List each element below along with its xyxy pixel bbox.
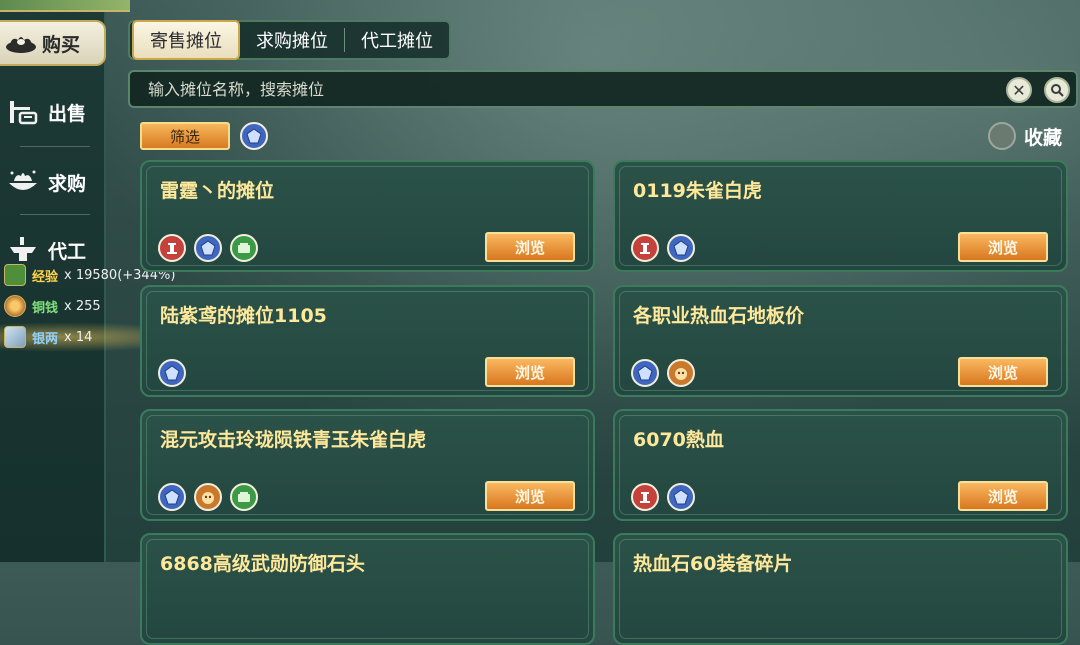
sidebar-item-sell[interactable]: 出售 [0,84,104,140]
gem-icon [667,483,695,511]
browse-button[interactable]: 浏览 [485,357,575,387]
chest-icon [230,234,258,262]
stall-category-icons [158,234,258,262]
gem-icon [194,234,222,262]
stall-category-icons [631,359,695,387]
seal-icon [631,234,659,262]
stall-tabs: 寄售摊位 求购摊位 代工摊位 [128,20,451,60]
tab-consignment[interactable]: 寄售摊位 [132,20,240,60]
tab-request[interactable]: 求购摊位 [240,22,344,58]
stall-title: 0119朱雀白虎 [633,180,762,202]
stall-title: 混元攻击玲珑陨铁青玉朱雀白虎 [160,429,427,451]
exp-icon [4,264,26,286]
divider [20,146,90,147]
seal-icon [631,483,659,511]
top-decoration [0,0,130,12]
beast-icon [667,359,695,387]
stall-category-icons [631,234,695,262]
clear-button[interactable]: ✕ [1006,77,1032,103]
favorite-toggle[interactable]: 收藏 [988,122,1062,150]
reward-copper: 铜钱 x 255 [4,294,101,318]
stall-card[interactable]: 热血石60装备碎片 [613,533,1068,645]
search-icon [1051,84,1064,97]
tab-craft[interactable]: 代工摊位 [345,22,449,58]
favorite-radio[interactable] [988,122,1016,150]
stall-title: 热血石60装备碎片 [633,553,793,575]
favorite-label: 收藏 [1024,126,1063,149]
stall-title: 6070熱血 [633,429,724,451]
browse-button[interactable]: 浏览 [958,232,1048,262]
sidebar-item-request[interactable]: 求购 [0,154,104,210]
browse-button[interactable]: 浏览 [485,232,575,262]
stall-card[interactable]: 6868高级武勋防御石头 [140,533,595,645]
filter-button[interactable]: 筛选 [140,122,230,150]
sidebar-item-label: 求购 [48,172,87,195]
stall-card[interactable]: 0119朱雀白虎浏览 [613,160,1068,272]
search-button[interactable] [1044,77,1070,103]
stall-title: 雷霆丶的摊位 [160,180,275,202]
sidebar-item-label: 代工 [48,240,87,263]
search-input[interactable] [146,78,970,100]
stall-card[interactable]: 雷霆丶的摊位浏览 [140,160,595,272]
stall-category-icons [158,483,258,511]
search-bar: ✕ [128,70,1078,108]
ingot-icon [4,28,38,58]
stall-card[interactable]: 混元攻击玲珑陨铁青玉朱雀白虎浏览 [140,409,595,521]
stall-category-icons [158,359,186,387]
beast-icon [194,483,222,511]
close-icon: ✕ [1012,80,1026,100]
browse-button[interactable]: 浏览 [958,481,1048,511]
seal-icon [158,234,186,262]
stall-title: 陆紫鸢的摊位1105 [160,305,327,327]
sidebar-item-label: 购买 [42,33,81,56]
sidebar-item-buy[interactable]: 购买 [0,20,106,66]
stall-card[interactable]: 各职业热血石地板价浏览 [613,285,1068,397]
stall-card[interactable]: 6070熱血浏览 [613,409,1068,521]
stall-title: 各职业热血石地板价 [633,305,805,327]
divider [20,214,90,215]
reward-silver: 银两 x 14 [4,325,92,349]
coin-icon [4,295,26,317]
gem-icon [158,483,186,511]
gem-icon [667,234,695,262]
gem-icon [158,359,186,387]
gem-icon[interactable] [240,122,268,150]
silver-icon [4,326,26,348]
chest-icon [230,483,258,511]
browse-button[interactable]: 浏览 [485,481,575,511]
stall-sign-icon [6,97,40,127]
gem-icon [631,359,659,387]
anvil-icon [6,235,40,265]
stall-category-icons [631,483,695,511]
browse-button[interactable]: 浏览 [958,357,1048,387]
stall-card[interactable]: 陆紫鸢的摊位1105 浏览 [140,285,595,397]
sidebar-item-label: 出售 [48,102,87,125]
ingot-icon [6,167,40,197]
stall-title: 6868高级武勋防御石头 [160,553,365,575]
